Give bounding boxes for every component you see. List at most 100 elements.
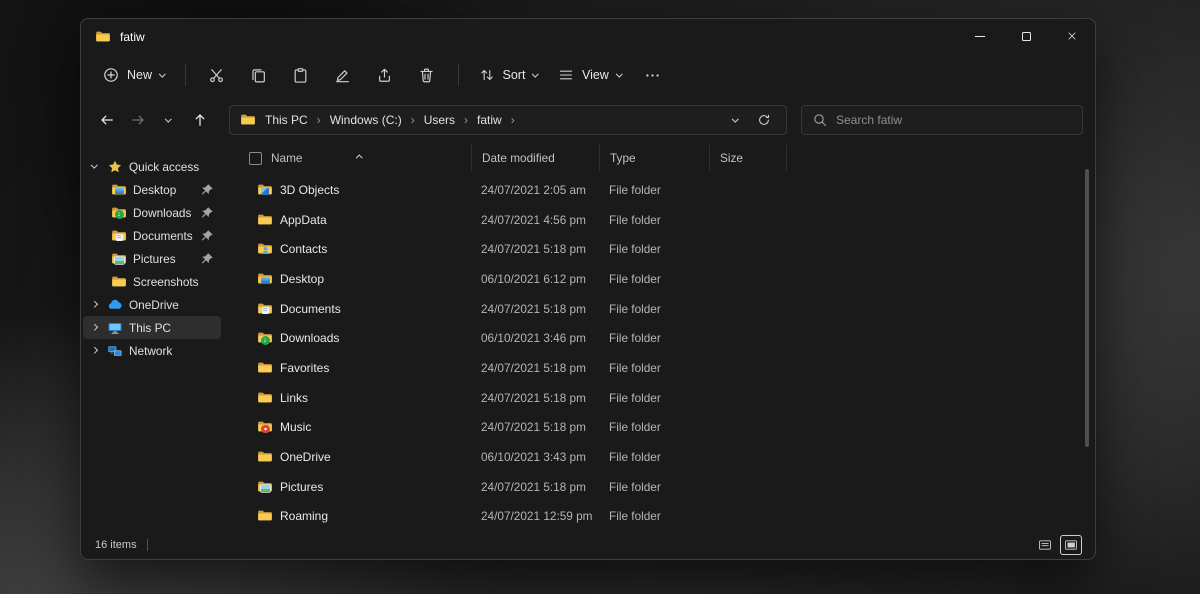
file-name-cell: Links — [245, 390, 471, 406]
chevron-down-icon[interactable] — [87, 161, 101, 169]
chevron-right-icon[interactable] — [87, 301, 101, 308]
folder-icon — [111, 274, 127, 290]
address-bar[interactable]: This PC › Windows (C:) › Users › fatiw › — [229, 105, 787, 135]
file-row-roaming[interactable]: Roaming 24/07/2021 12:59 pm File folder — [245, 502, 1095, 532]
sidebar-item-quick-access[interactable]: Quick access — [83, 155, 221, 178]
file-name: Contacts — [280, 242, 328, 257]
file-row-contacts[interactable]: Contacts 24/07/2021 5:18 pm File folder — [245, 234, 1095, 264]
window-body: Quick access Desktop ↓ Downloads Documents Pi… — [81, 145, 1095, 531]
vertical-scrollbar[interactable] — [1085, 153, 1089, 521]
sidebar-item-pictures[interactable]: Pictures — [83, 247, 221, 270]
up-button[interactable] — [186, 107, 213, 134]
pin-icon — [199, 205, 215, 221]
window-controls — [957, 19, 1095, 55]
chevron-right-icon[interactable] — [87, 347, 101, 354]
file-row-appdata[interactable]: AppData 24/07/2021 4:56 pm File folder — [245, 205, 1095, 235]
more-options-button[interactable] — [633, 60, 671, 90]
rename-button[interactable] — [324, 60, 362, 90]
sidebar-item-this-pc[interactable]: This PC — [83, 316, 221, 339]
column-header-size[interactable]: Size — [709, 145, 787, 171]
sort-ascending-indicator — [356, 147, 363, 165]
breadcrumb-separator[interactable]: › — [411, 113, 415, 127]
view-button[interactable]: View — [548, 60, 631, 90]
breadcrumb-item[interactable]: fatiw — [477, 113, 502, 127]
details-view-button[interactable] — [1035, 536, 1055, 554]
titlebar[interactable]: fatiw — [81, 19, 1095, 55]
breadcrumb-item[interactable]: This PC — [265, 113, 308, 127]
folder-icon — [257, 479, 273, 495]
file-name: Desktop — [280, 271, 325, 286]
file-row-favorites[interactable]: Favorites 24/07/2021 5:18 pm File folder — [245, 353, 1095, 383]
delete-button[interactable] — [408, 60, 446, 90]
file-row-desktop[interactable]: Desktop 06/10/2021 6:12 pm File folder — [245, 264, 1095, 294]
refresh-button[interactable] — [752, 113, 776, 127]
file-type: File folder — [609, 182, 661, 197]
file-row-onedrive[interactable]: OneDrive 06/10/2021 3:43 pm File folder — [245, 442, 1095, 472]
close-button[interactable] — [1049, 19, 1095, 53]
new-button[interactable]: New — [93, 60, 175, 90]
chevron-down-icon — [731, 115, 738, 122]
forward-button[interactable] — [124, 107, 151, 134]
file-date-modified: 24/07/2021 5:18 pm — [481, 390, 586, 405]
maximize-button[interactable] — [1003, 19, 1049, 53]
cut-button[interactable] — [198, 60, 236, 90]
file-row-downloads[interactable]: ↓ Downloads 06/10/2021 3:46 pm File folder — [245, 323, 1095, 353]
address-dropdown-button[interactable] — [727, 115, 744, 123]
column-header-type[interactable]: Type — [599, 145, 709, 171]
file-date-modified: 24/07/2021 12:59 pm — [481, 509, 593, 524]
breadcrumb-item[interactable]: Users — [424, 113, 455, 127]
share-button[interactable] — [366, 60, 404, 90]
file-row-3d-objects[interactable]: 3D Objects 24/07/2021 2:05 am File folder — [245, 175, 1095, 205]
sidebar-item-onedrive[interactable]: OneDrive — [83, 293, 221, 316]
sidebar-list: Quick access Desktop ↓ Downloads Documents Pi… — [81, 155, 223, 362]
file-type: File folder — [609, 479, 661, 494]
back-button[interactable] — [93, 107, 120, 134]
file-row-pictures[interactable]: Pictures 24/07/2021 5:18 pm File folder — [245, 472, 1095, 502]
file-name-cell: Documents — [245, 301, 471, 317]
chevron-right-icon[interactable] — [87, 324, 101, 331]
toolbar-separator — [457, 64, 459, 86]
sidebar-item-desktop[interactable]: Desktop — [83, 178, 221, 201]
copy-button[interactable] — [240, 60, 278, 90]
file-name: Documents — [280, 301, 341, 316]
file-row-music[interactable]: Music 24/07/2021 5:18 pm File folder — [245, 413, 1095, 443]
search-input[interactable] — [836, 113, 1072, 127]
chevron-down-icon — [615, 70, 623, 77]
column-header-name-label: Name — [271, 151, 303, 165]
paste-button[interactable] — [282, 60, 320, 90]
file-row-documents[interactable]: Documents 24/07/2021 5:18 pm File folder — [245, 294, 1095, 324]
file-name-cell: OneDrive — [245, 449, 471, 465]
file-row-links[interactable]: Links 24/07/2021 5:18 pm File folder — [245, 383, 1095, 413]
view-toggles — [1035, 536, 1081, 554]
file-name: OneDrive — [280, 450, 331, 465]
sidebar-item-documents[interactable]: Documents — [83, 224, 221, 247]
sidebar-item-label: This PC — [129, 320, 171, 335]
minimize-button[interactable] — [957, 19, 1003, 53]
sidebar-item-downloads[interactable]: ↓ Downloads — [83, 201, 221, 224]
column-header-date-modified[interactable]: Date modified — [471, 145, 599, 171]
breadcrumb-separator[interactable]: › — [511, 113, 515, 127]
file-name-cell: ↓ Downloads — [245, 330, 471, 346]
select-all-checkbox[interactable] — [249, 151, 262, 165]
file-date-modified: 06/10/2021 3:43 pm — [481, 450, 586, 465]
pin-icon — [199, 251, 215, 267]
file-name: 3D Objects — [280, 182, 340, 197]
scrollbar-thumb[interactable] — [1085, 169, 1089, 447]
list-header: Name Date modified Type Size — [245, 145, 1095, 171]
breadcrumb-item[interactable]: Windows (C:) — [330, 113, 402, 127]
file-date-modified: 24/07/2021 5:18 pm — [481, 360, 586, 375]
search-box[interactable] — [801, 105, 1083, 135]
breadcrumb-separator[interactable]: › — [317, 113, 321, 127]
sidebar-item-network[interactable]: Network — [83, 339, 221, 362]
breadcrumb-separator[interactable]: › — [464, 113, 468, 127]
folder-icon — [257, 212, 273, 228]
thumbnail-view-button[interactable] — [1061, 536, 1081, 554]
sidebar-item-screenshots[interactable]: Screenshots — [83, 270, 221, 293]
recent-locations-button[interactable] — [155, 107, 182, 134]
file-name-cell: Desktop — [245, 271, 471, 287]
sidebar-item-label: Network — [129, 343, 173, 358]
sort-button[interactable]: Sort — [469, 60, 548, 90]
folder-icon — [257, 390, 273, 406]
star-icon — [107, 159, 123, 175]
file-date-modified: 24/07/2021 4:56 pm — [481, 212, 586, 227]
